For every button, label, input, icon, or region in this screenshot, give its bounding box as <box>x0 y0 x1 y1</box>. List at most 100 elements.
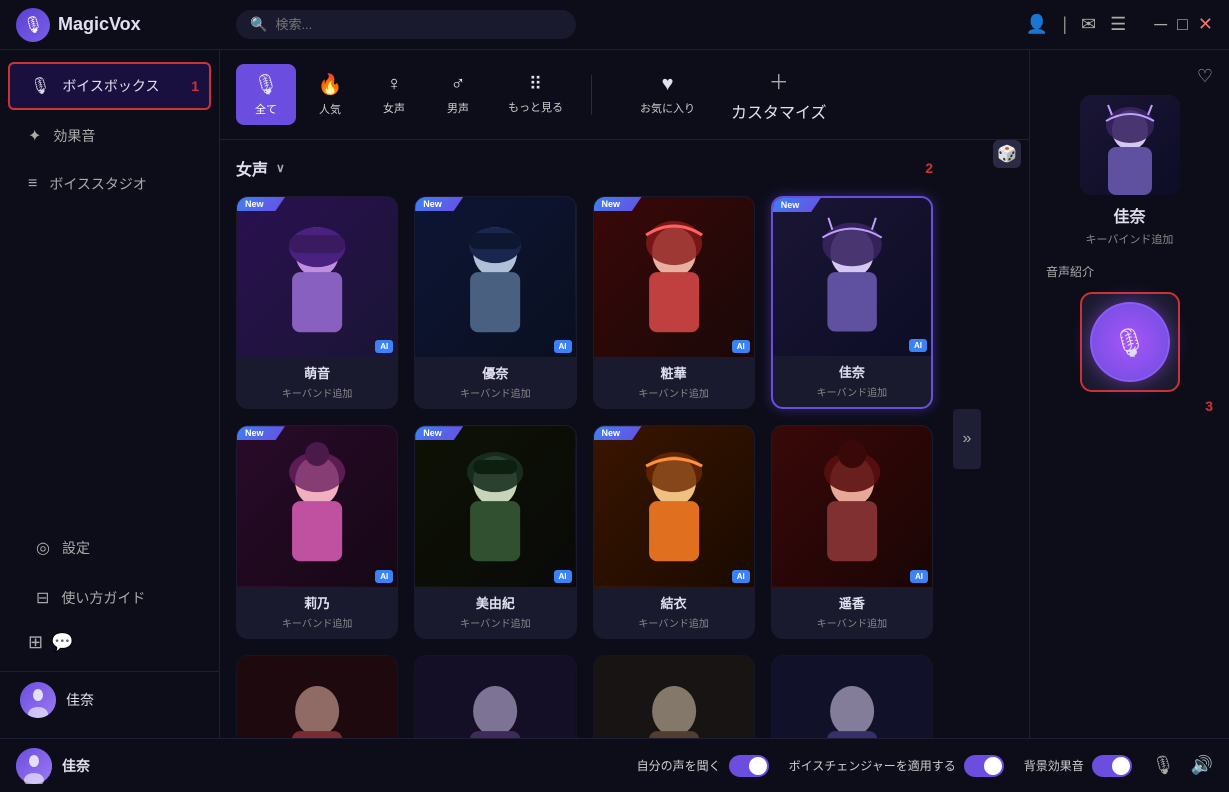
bg-effects-toggle-group: 背景効果音 <box>1024 755 1132 777</box>
voice-card-haruka[interactable]: AI 遥香 キーバンド追加 <box>771 425 933 638</box>
voice-changer-toggle[interactable] <box>964 755 1004 777</box>
window-controls: ─ □ ✕ <box>1154 14 1213 35</box>
dice-area: 🎲 <box>985 140 1029 738</box>
panel-keybind-label[interactable]: キーバインド追加 <box>1086 231 1174 247</box>
save-icon[interactable]: ⊞ <box>28 632 43 653</box>
female-section-header: 女声 ∨ 2 <box>236 156 933 180</box>
female-section-title: 女声 <box>236 156 268 180</box>
minimize-button[interactable]: ─ <box>1154 14 1167 35</box>
sidebar-user: 佳奈 <box>0 671 219 728</box>
content-area: 🎙 全て 🔥 人気 ♀ 女声 ♂ 男声 ⠿ もっと見る ♥ お気に <box>220 50 1029 738</box>
voice-card-rino[interactable]: New AI 莉乃 <box>236 425 398 638</box>
voice-card-img-kana: New AI <box>773 198 931 356</box>
sidebar-item-settings[interactable]: ◎ 設定 <box>16 526 203 570</box>
chevron-right-icon: » <box>963 430 972 448</box>
tab-favorites[interactable]: ♥ お気に入り <box>624 65 711 124</box>
ai-badge-yui: AI <box>732 570 750 583</box>
tab-fav-icon: ♥ <box>662 73 674 96</box>
microphone-bottom-icon[interactable]: 🎙 <box>1152 755 1175 776</box>
search-input[interactable] <box>275 17 562 32</box>
voice-card-img-shoka: New AI <box>594 197 754 357</box>
mail-icon[interactable]: ✉ <box>1081 14 1096 35</box>
self-listen-toggle-group: 自分の声を聞く <box>637 755 769 777</box>
sidebar-label-guide: 使い方ガイド <box>61 588 145 608</box>
ai-badge-mone: AI <box>375 340 393 353</box>
tab-more-label: もっと見る <box>508 99 563 115</box>
ai-badge-rino: AI <box>375 570 393 583</box>
expand-panel-button[interactable]: » <box>953 409 981 469</box>
tab-male[interactable]: ♂ 男声 <box>428 65 488 124</box>
voice-card-miyuki[interactable]: New AI 美由紀 <box>414 425 576 638</box>
tab-all[interactable]: 🎙 全て <box>236 64 296 125</box>
tab-fav-label: お気に入り <box>640 100 695 116</box>
tab-popular-label: 人気 <box>319 101 341 117</box>
voice-grid-female-row3: AI — AI <box>236 655 933 739</box>
close-button[interactable]: ✕ <box>1198 14 1213 35</box>
voice-card-img-extra4: AI <box>772 656 932 739</box>
tab-female-icon: ♀ <box>387 73 402 96</box>
voice-card-extra3[interactable]: AI — <box>593 655 755 739</box>
voice-name-haruka: 遥香 <box>780 593 924 612</box>
ai-badge-yuna: AI <box>554 340 572 353</box>
sidebar-label-effects: 効果音 <box>53 126 95 146</box>
microphone-icon: 🎙 <box>30 76 50 96</box>
sidebar-item-voice-studio[interactable]: ≡ ボイススタジオ <box>8 162 211 206</box>
tab-customize[interactable]: ＋ カスタマイズ <box>715 58 843 131</box>
voice-name-yui: 結衣 <box>602 593 746 612</box>
tab-popular[interactable]: 🔥 人気 <box>300 64 360 125</box>
dice-icon[interactable]: 🎲 <box>993 140 1021 168</box>
bottom-controls: 自分の声を聞く ボイスチェンジャーを適用する 背景効果音 🎙 🔊 <box>252 755 1213 777</box>
toggle-knob-voice-changer <box>984 757 1002 775</box>
volume-icon[interactable]: 🔊 <box>1191 755 1213 776</box>
voice-sub-yui: キーバンド追加 <box>602 615 746 630</box>
app-title: MagicVox <box>58 14 141 35</box>
maximize-button[interactable]: □ <box>1177 14 1188 35</box>
voice-card-info-rino: 莉乃 キーバンド追加 <box>237 587 397 638</box>
tab-male-icon: ♂ <box>451 73 466 96</box>
voice-card-info-kana: 佳奈 キーバンド追加 <box>773 356 931 407</box>
voice-card-info-yui: 結衣 キーバンド追加 <box>594 587 754 638</box>
settings-icon: ◎ <box>36 538 50 558</box>
voice-card-yuna[interactable]: New AI 優奈 <box>414 196 576 409</box>
voice-card-extra2[interactable]: AI — <box>414 655 576 739</box>
tab-female[interactable]: ♀ 女声 <box>364 65 424 124</box>
panel-mic-button[interactable]: 🎙 <box>1090 302 1170 382</box>
tab-more[interactable]: ⠿ もっと見る <box>492 66 579 123</box>
self-listen-label: 自分の声を聞く <box>637 757 721 774</box>
panel-avatar-kana <box>1080 95 1180 195</box>
voice-card-mone[interactable]: New AI 萌音 <box>236 196 398 409</box>
menu-icon[interactable]: ☰ <box>1110 14 1126 35</box>
voice-card-yui[interactable]: New AI 結衣 <box>593 425 755 638</box>
tab-custom-label: カスタマイズ <box>731 99 827 123</box>
voice-card-shoka[interactable]: New AI 粧華 <box>593 196 755 409</box>
user-icon[interactable]: 👤 <box>1026 14 1048 35</box>
voice-name-yuna: 優奈 <box>423 363 567 382</box>
sidebar-item-effects[interactable]: ✦ 効果音 <box>8 114 211 158</box>
voice-name-kana: 佳奈 <box>781 362 923 381</box>
voice-card-kana[interactable]: New AI <box>771 196 933 409</box>
favorite-button[interactable]: ♡ <box>1197 66 1213 87</box>
bottom-user-avatar <box>16 748 52 784</box>
search-bar[interactable]: 🔍 <box>236 10 576 39</box>
sidebar-bottom: ◎ 設定 ⊟ 使い方ガイド ⊞ 💬 <box>0 514 219 671</box>
bg-effects-toggle[interactable] <box>1092 755 1132 777</box>
voice-card-info-yuna: 優奈 キーバンド追加 <box>415 357 575 408</box>
voice-sub-haruka: キーバンド追加 <box>780 615 924 630</box>
voice-sub-yuna: キーバンド追加 <box>423 385 567 400</box>
voice-card-img-yui: New AI <box>594 426 754 586</box>
voice-sub-mone: キーバンド追加 <box>245 385 389 400</box>
voice-card-extra1[interactable]: AI — <box>236 655 398 739</box>
bottom-bar: 佳奈 自分の声を聞く ボイスチェンジャーを適用する 背景効果音 🎙 🔊 <box>0 738 1229 792</box>
chat-icon[interactable]: 💬 <box>51 632 73 653</box>
sidebar-label-voice-box: ボイスボックス <box>62 76 159 96</box>
voice-name-miyuki: 美由紀 <box>423 593 567 612</box>
ai-badge-kana: AI <box>909 339 927 352</box>
voice-card-extra4[interactable]: AI — <box>771 655 933 739</box>
sidebar-item-guide[interactable]: ⊟ 使い方ガイド <box>16 576 203 620</box>
logo-icon: 🎙 <box>16 8 50 42</box>
self-listen-toggle[interactable] <box>729 755 769 777</box>
tab-female-label: 女声 <box>383 100 405 116</box>
category-tabs: 🎙 全て 🔥 人気 ♀ 女声 ♂ 男声 ⠿ もっと見る ♥ お気に <box>220 50 1029 140</box>
sidebar-item-voice-box[interactable]: 🎙 ボイスボックス 1 <box>8 62 211 110</box>
sidebar: 🎙 ボイスボックス 1 ✦ 効果音 ≡ ボイススタジオ ◎ 設定 ⊟ 使い方ガイ… <box>0 50 220 738</box>
